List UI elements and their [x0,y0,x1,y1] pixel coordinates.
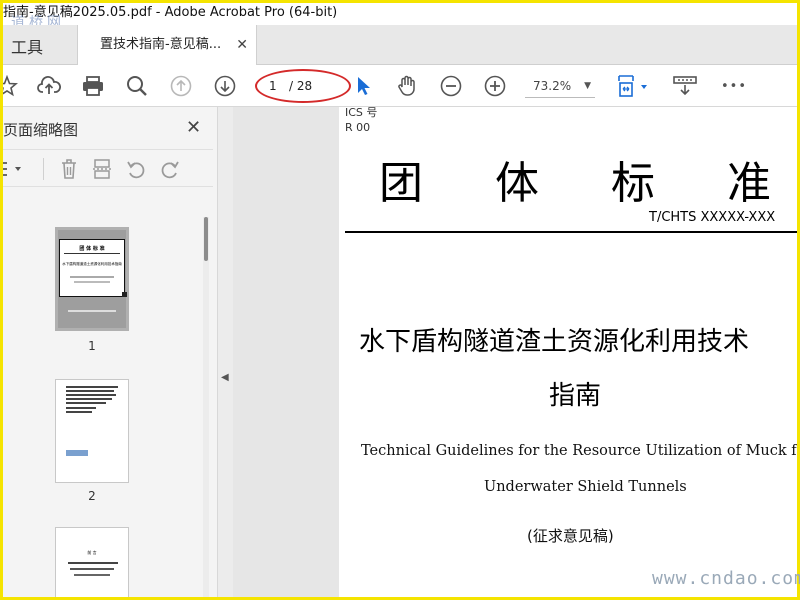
chinese-title-line-2: 指南 [549,381,602,411]
thumbnail-resize-handle[interactable] [122,292,127,297]
page-thumbnails-panel: 页面缩略图 ✕ 团 体 标 准 水下盾构隧道渣土资源化利用技术指南 1 2 前 … [3,107,218,597]
classification-code: R 00 [345,121,371,134]
toolbar-divider [43,158,44,180]
collapse-arrow-icon[interactable]: ◀ [221,372,229,383]
thumbnail-3-line [70,568,114,570]
chinese-title-line-1: 水下盾构隧道渣土资源化利用技术 [359,327,750,357]
more-options-icon[interactable]: ••• [719,74,749,98]
document-view: ICS 号 R 00 团体标准 T/CHTS XXXXX-XXX 水下盾构隧道渣… [233,106,797,597]
english-title-line-1: Technical Guidelines for the Resource Ut… [361,443,797,459]
thumbnail-1-heading: 团 体 标 准 [79,246,105,252]
thumbnail-1-line [70,276,114,278]
rotate-right-icon[interactable] [159,158,181,180]
panel-close-icon[interactable]: ✕ [186,117,201,138]
thumbnail-3-heading: 前 言 [87,550,97,555]
cloud-upload-icon[interactable] [37,74,61,98]
thumbnail-2-line [66,386,118,388]
thumbnail-2-line [66,394,116,396]
thumbnail-2-logo [66,450,88,456]
zoom-in-icon[interactable] [483,74,507,98]
thumbnail-number: 2 [88,489,96,503]
header-rule [345,231,797,233]
scroll-mode-icon[interactable] [671,74,699,98]
thumbnail-toolbar [3,149,213,187]
pdf-page: ICS 号 R 00 团体标准 T/CHTS XXXXX-XXX 水下盾构隧道渣… [339,106,797,597]
watermark-bottom: www.cndao.com [652,568,800,589]
thumbnail-1-line [74,281,110,283]
thumbnail-1-rule [64,253,120,254]
thumbnail-3-line [68,562,118,564]
zoom-value: 73.2% [533,79,572,93]
english-title-line-2: Underwater Shield Tunnels [484,479,687,495]
thumbnail-2-line [66,407,96,409]
title-bar: 指南-意见稿2025.05.pdf - Adobe Acrobat Pro (6… [3,3,797,25]
thumbnail-scrollbar[interactable] [203,217,209,597]
select-cursor-icon[interactable] [351,74,375,98]
hand-tool-icon[interactable] [395,74,419,98]
zoom-out-icon[interactable] [439,74,463,98]
tab-document-label: 置技术指南-意见稿... [100,37,222,52]
thumbnail-2-line [66,398,112,400]
thumbnail-scrollbar-thumb[interactable] [204,217,208,261]
tab-bar: 工具 置技术指南-意见稿... ✕ [3,25,797,65]
toolbar: 1 / 28 73.2% ▼ ••• [3,65,797,107]
page-thumbnail-3[interactable]: 前 言 [55,527,129,597]
thumbnail-2-line [66,402,106,404]
thumbnail-1-page: 团 体 标 准 水下盾构隧道渣土资源化利用技术指南 [59,239,125,297]
page-fit-icon[interactable] [615,74,655,98]
tab-tools[interactable]: 工具 [11,34,43,58]
thumbnail-3-line [74,574,110,576]
thumbnail-1-subtitle: 水下盾构隧道渣土资源化利用技术指南 [62,262,122,266]
standard-number: T/CHTS XXXXX-XXX [649,210,776,225]
panel-collapse-bar[interactable]: ◀ [218,107,233,597]
chevron-down-icon: ▼ [584,81,591,91]
delete-page-icon[interactable] [58,158,80,180]
thumbnail-options-icon[interactable] [3,158,29,180]
next-page-icon[interactable] [213,74,237,98]
annotation-circle [255,69,351,103]
search-icon[interactable] [125,74,149,98]
document-type-title: 团体标准 [379,158,797,209]
thumbnail-2-line [66,390,114,392]
star-icon[interactable] [3,74,19,98]
acrobat-window: 指南-意见稿2025.05.pdf - Adobe Acrobat Pro (6… [3,3,797,597]
print-icon[interactable] [81,74,105,98]
thumbnail-1-footer [68,310,116,312]
tab-close-icon[interactable]: ✕ [236,25,248,65]
page-thumbnail-1[interactable]: 团 体 标 准 水下盾构隧道渣土资源化利用技术指南 [55,227,129,331]
previous-page-icon[interactable] [169,74,193,98]
rotate-left-icon[interactable] [125,158,147,180]
panel-title: 页面缩略图 [3,121,79,139]
thumbnail-2-line [66,411,92,413]
zoom-dropdown[interactable]: 73.2% ▼ [525,74,595,98]
tab-document[interactable]: 置技术指南-意见稿... ✕ [77,25,257,65]
ics-code: ICS 号 [345,106,378,119]
draft-note: (征求意见稿) [527,527,614,545]
extract-page-icon[interactable] [91,158,113,180]
thumbnail-number: 1 [88,339,96,353]
page-thumbnail-2[interactable] [55,379,129,483]
